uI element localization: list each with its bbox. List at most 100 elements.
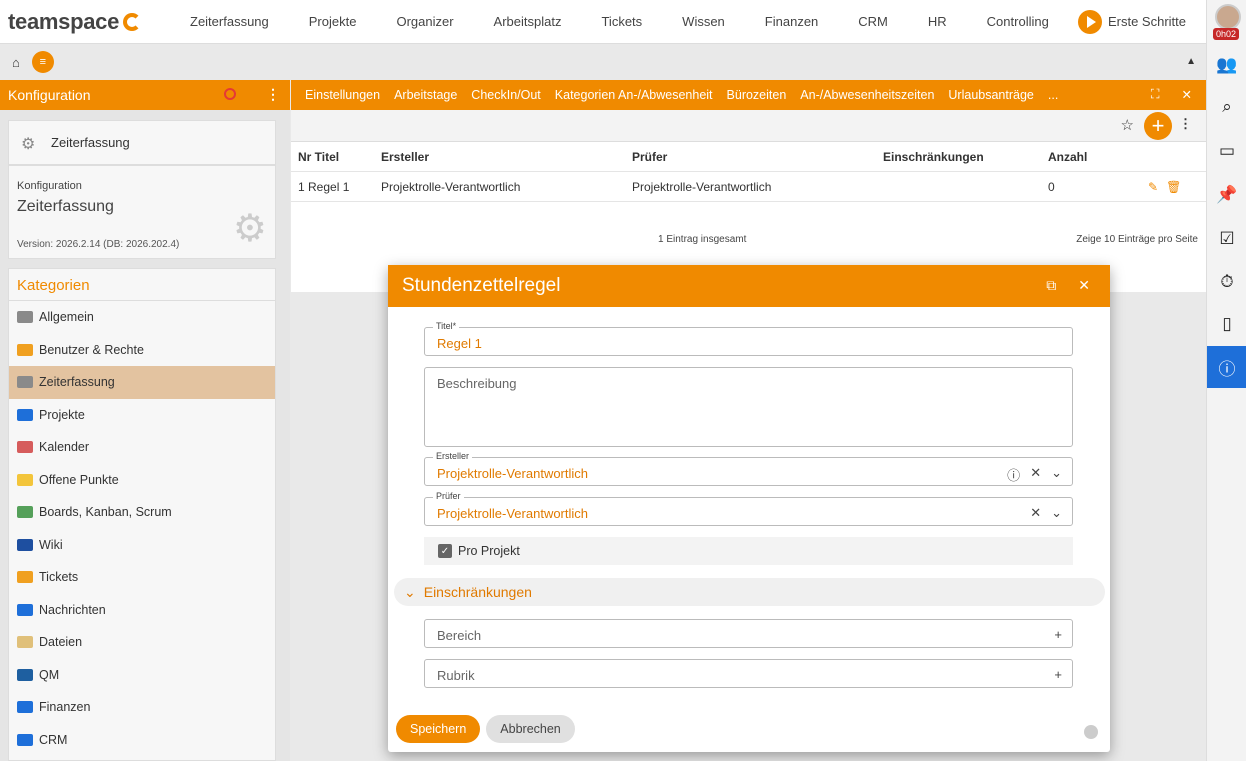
dialog-close-icon[interactable]: ✕ xyxy=(1078,277,1090,294)
info-circle-icon[interactable]: ⓘ xyxy=(1007,465,1020,484)
config-label: Konfiguration xyxy=(17,180,82,192)
pruefer-select[interactable]: Prüfer Projektrolle-Verantwortlich ✕ ⌄ xyxy=(424,491,1073,526)
nav-item-arbeitsplatz[interactable]: Arbeitsplatz xyxy=(474,14,582,29)
column-header[interactable]: Einschränkungen xyxy=(883,150,1048,164)
edit-icon[interactable]: ✎ xyxy=(1148,180,1158,194)
category-item[interactable]: Tickets xyxy=(9,561,275,594)
category-item[interactable]: QM xyxy=(9,659,275,692)
module-card[interactable]: ⚙ Zeiterfassung xyxy=(8,120,276,165)
users-icon[interactable]: 👥 xyxy=(1207,44,1246,86)
category-item[interactable]: Kalender xyxy=(9,431,275,464)
save-button[interactable]: Speichern xyxy=(396,715,481,743)
category-item[interactable]: Zeiterfassung xyxy=(9,366,275,399)
titel-field[interactable]: Titel* Regel 1 xyxy=(424,321,1073,356)
add-icon[interactable]: + xyxy=(1054,667,1062,682)
rubrik-field[interactable]: Rubrik + xyxy=(424,659,1073,688)
config-card: Konfiguration Zeiterfassung ⚙ Version: 2… xyxy=(8,165,276,259)
column-header[interactable]: Anzahl xyxy=(1048,150,1148,164)
einschraenkungen-section-toggle[interactable]: ⌄ Einschränkungen xyxy=(394,578,1105,606)
chevron-down-icon[interactable]: ⌄ xyxy=(1051,465,1062,484)
restore-window-icon[interactable]: ⧉ xyxy=(1046,277,1056,294)
tab-7[interactable]: ... xyxy=(1048,88,1058,102)
category-label: Projekte xyxy=(39,407,85,422)
checkbox-checked-icon[interactable]: ✓ xyxy=(438,544,452,558)
clear-icon[interactable]: ✕ xyxy=(1030,505,1041,521)
nav-item-finanzen[interactable]: Finanzen xyxy=(745,14,838,29)
nav-item-organizer[interactable]: Organizer xyxy=(376,14,473,29)
mobile-icon[interactable]: ▯ xyxy=(1207,303,1246,345)
pro-projekt-checkbox[interactable]: ✓ Pro Projekt xyxy=(424,537,1073,565)
clear-icon[interactable]: ✕ xyxy=(1030,465,1041,484)
search-icon[interactable]: ⌕ xyxy=(1207,86,1246,128)
pin-icon[interactable]: 📌 xyxy=(1207,174,1246,216)
nav-item-controlling[interactable]: Controlling xyxy=(967,14,1069,29)
app-logo[interactable]: teamspace xyxy=(0,9,170,35)
config-title: Zeiterfassung xyxy=(17,198,114,215)
tab-0[interactable]: Einstellungen xyxy=(305,88,380,102)
tab-5[interactable]: An-/Abwesenheitszeiten xyxy=(800,88,934,102)
nav-item-wissen[interactable]: Wissen xyxy=(662,14,745,29)
stopwatch-icon[interactable]: ⏱ xyxy=(1207,261,1246,303)
logo-text: teamspace xyxy=(8,8,120,34)
category-item[interactable]: Boards, Kanban, Scrum xyxy=(9,496,275,529)
category-item[interactable]: CRM xyxy=(9,724,275,757)
right-toolbar: 0h02 👥 ⌕ ▭ 📌 ☑ ⏱ ▯ ⓘ xyxy=(1206,0,1246,761)
add-button[interactable]: + xyxy=(1144,112,1172,140)
category-item[interactable]: Benutzer & Rechte xyxy=(9,334,275,367)
dialog-header: Stundenzettelregel ⧉ ✕ xyxy=(388,265,1110,307)
category-item[interactable]: Allgemein xyxy=(9,301,275,334)
user-avatar[interactable]: 0h02 xyxy=(1213,4,1243,40)
category-item[interactable]: Offene Punkte xyxy=(9,464,275,497)
sidebar-header: Konfiguration ⋮ xyxy=(0,80,290,110)
column-header[interactable]: Nr Titel xyxy=(291,150,381,164)
more-options-icon[interactable]: ⋮ xyxy=(266,86,280,103)
dialog-footer: Speichern Abbrechen xyxy=(396,715,575,743)
tab-6[interactable]: Urlaubsanträge xyxy=(948,88,1033,102)
category-item[interactable]: Finanzen xyxy=(9,691,275,724)
column-header[interactable]: Prüfer xyxy=(632,150,883,164)
logo-mark-icon xyxy=(123,12,142,31)
trash-icon[interactable]: 🗑 xyxy=(1166,180,1181,194)
bereich-placeholder: Bereich xyxy=(437,628,482,643)
category-label: Finanzen xyxy=(39,700,91,715)
category-item[interactable]: Nachrichten xyxy=(9,594,275,627)
category-item[interactable]: Dateien xyxy=(9,626,275,659)
tab-3[interactable]: Kategorien An-/Abwesenheit xyxy=(555,88,713,102)
tab-2[interactable]: CheckIn/Out xyxy=(471,88,540,102)
collapse-up-icon[interactable]: ▲ xyxy=(1186,56,1196,67)
power-icon[interactable] xyxy=(224,88,236,100)
nav-item-crm[interactable]: CRM xyxy=(838,14,908,29)
info-icon[interactable]: ⓘ xyxy=(1207,346,1246,388)
gear-icon: ⚙ xyxy=(21,135,36,153)
ersteller-select[interactable]: Ersteller Projektrolle-Verantwortlich ⓘ … xyxy=(424,451,1073,486)
chevron-down-icon[interactable]: ⌄ xyxy=(1051,505,1062,521)
category-label: Offene Punkte xyxy=(39,472,119,487)
menu-icon[interactable]: ≡ xyxy=(31,51,54,73)
add-icon[interactable]: + xyxy=(1054,627,1062,642)
tab-4[interactable]: Bürozeiten xyxy=(727,88,787,102)
close-icon[interactable]: ✕ xyxy=(1182,87,1192,102)
nav-item-hr[interactable]: HR xyxy=(908,14,967,29)
home-icon[interactable]: ⌂ xyxy=(12,55,20,70)
column-header[interactable]: Ersteller xyxy=(381,150,632,164)
table-row[interactable]: 1 Regel 1 Projektrolle-Verantwortlich Pr… xyxy=(291,172,1206,202)
bereich-field[interactable]: Bereich + xyxy=(424,619,1073,648)
cancel-button[interactable]: Abbrechen xyxy=(486,715,575,743)
nav-item-tickets[interactable]: Tickets xyxy=(581,14,662,29)
erste-schritte-button[interactable]: Erste Schritte xyxy=(1077,9,1186,34)
nav-item-projekte[interactable]: Projekte xyxy=(289,14,377,29)
top-navigation: teamspace Zeiterfassung Projekte Organizer… xyxy=(0,0,1206,44)
category-label: Nachrichten xyxy=(39,602,106,617)
list-menu-icon[interactable]: ⋮ xyxy=(1179,116,1192,132)
per-page-value[interactable]: 10 xyxy=(1104,234,1115,245)
tasks-icon[interactable]: ☑ xyxy=(1207,218,1246,260)
tab-1[interactable]: Arbeitstage xyxy=(394,88,457,102)
favorite-star-icon[interactable]: ☆ xyxy=(1121,116,1134,134)
nav-item-zeiterfassung[interactable]: Zeiterfassung xyxy=(170,14,289,29)
fullscreen-icon[interactable]: ⛶ xyxy=(1151,87,1160,102)
beschreibung-textarea[interactable]: Beschreibung xyxy=(424,367,1073,447)
per-page[interactable]: Zeige 10 Einträge pro Seite xyxy=(1076,234,1198,245)
category-item[interactable]: Wiki xyxy=(9,529,275,562)
inbox-icon[interactable]: ▭ xyxy=(1207,130,1246,172)
category-item[interactable]: Projekte xyxy=(9,399,275,432)
